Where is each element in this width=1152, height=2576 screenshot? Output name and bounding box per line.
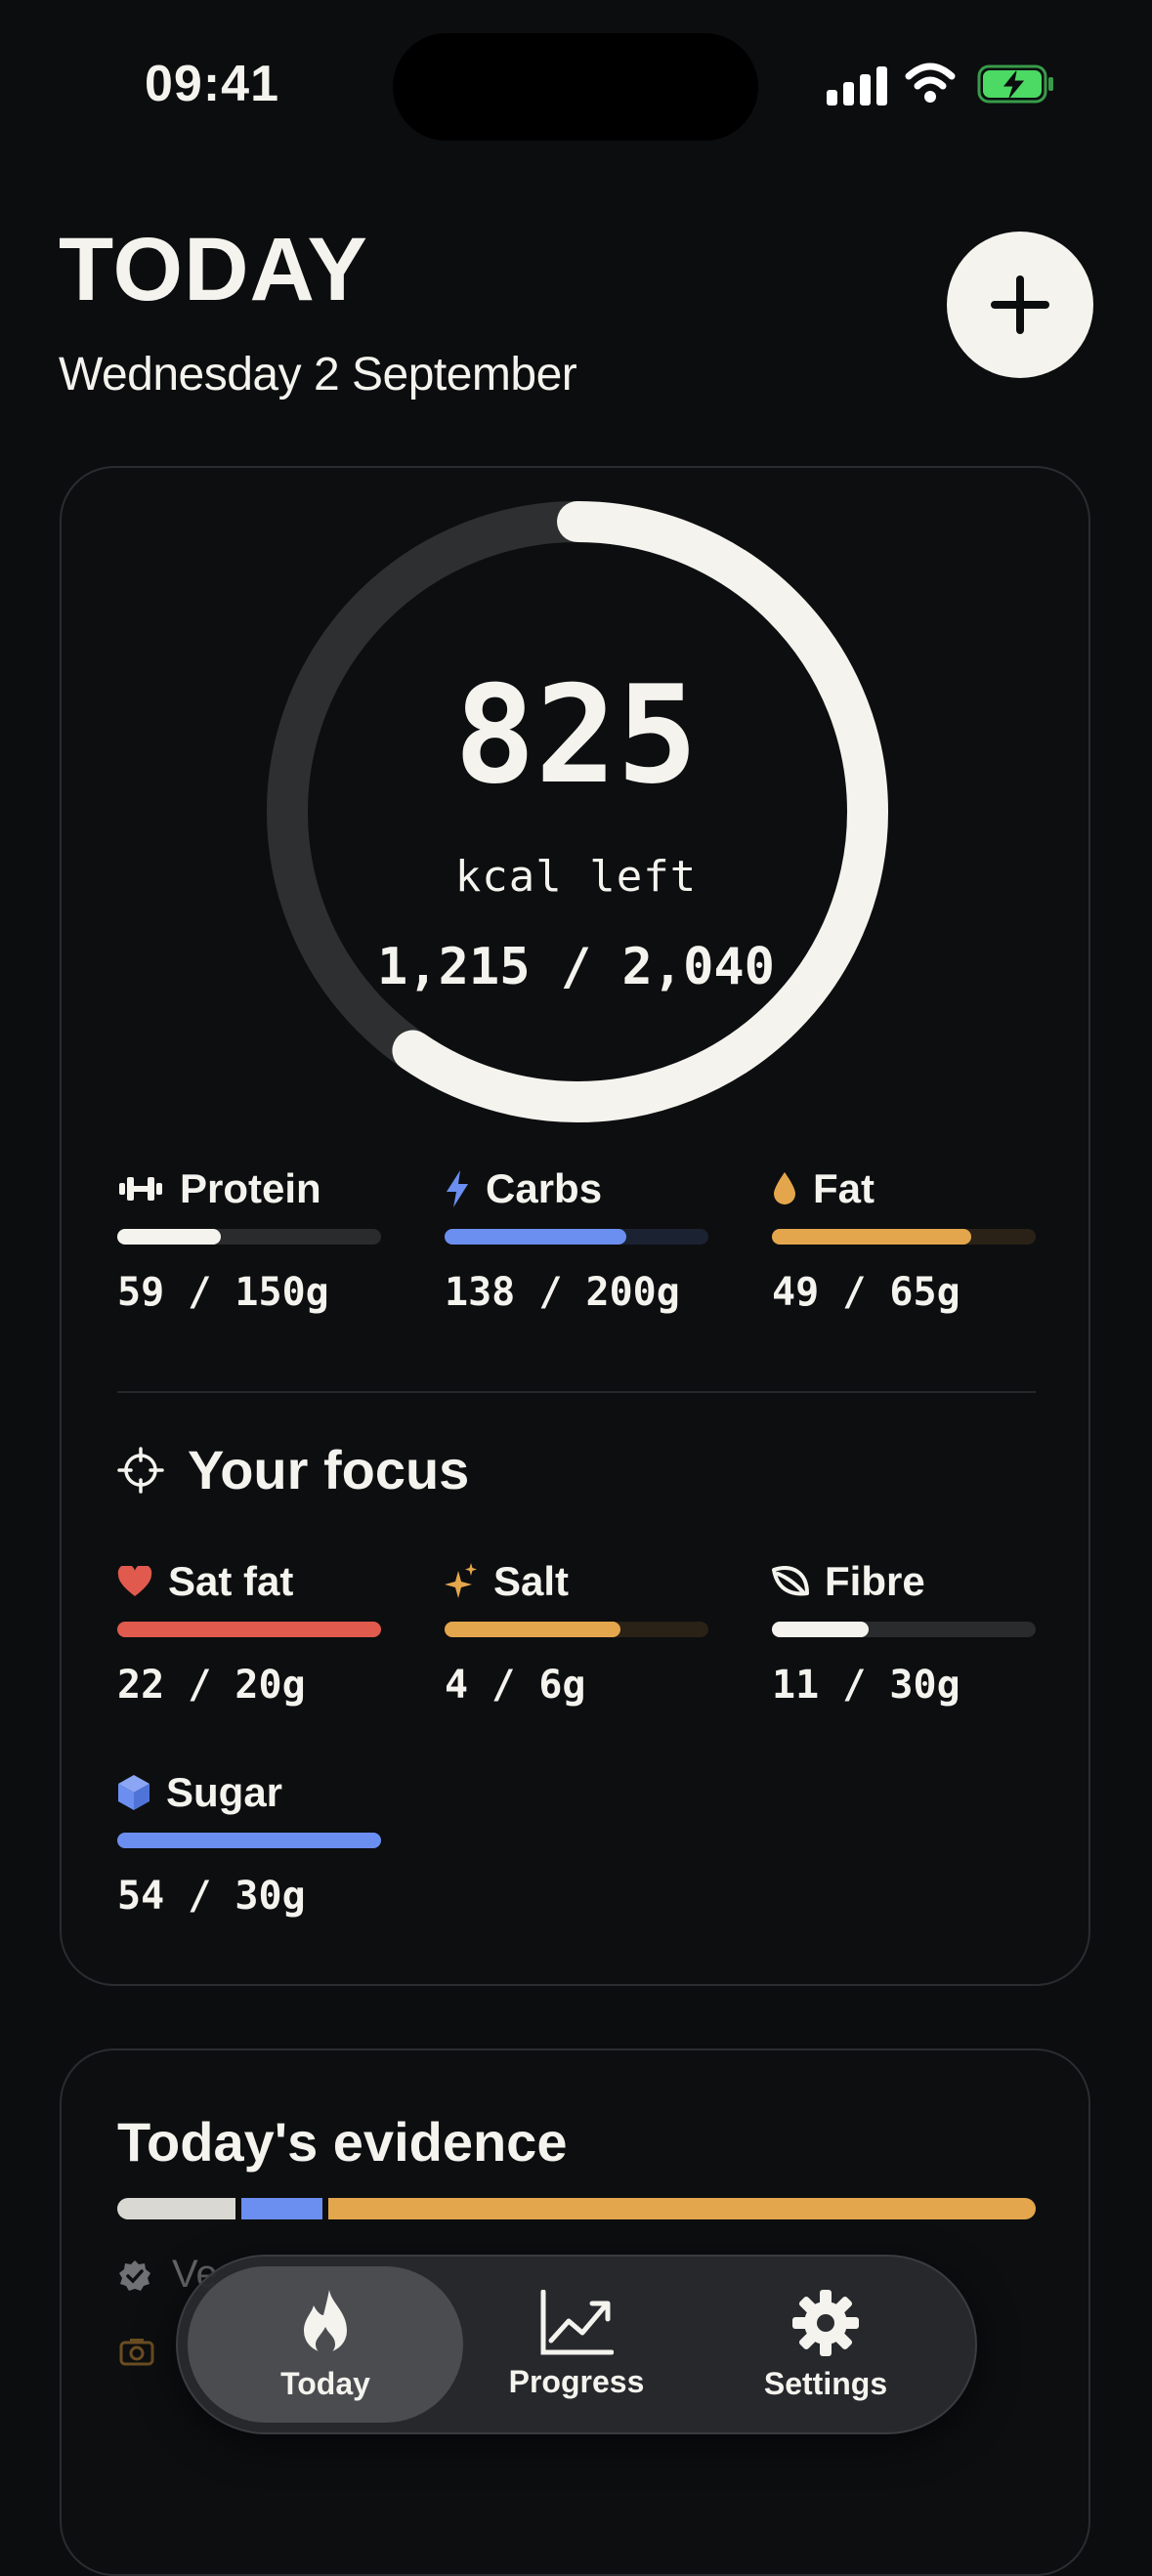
evidence-breakdown-bar [117, 2198, 1036, 2219]
macro-fill [445, 1229, 627, 1245]
focus-header: Your focus [117, 1438, 469, 1501]
section-divider [117, 1391, 1036, 1393]
macro-value: 138 / 200g [445, 1270, 680, 1315]
focus-label: Salt [493, 1558, 570, 1604]
focus-sugar: Sugar 54 / 30g [117, 1768, 381, 1919]
evidence-segment [117, 2198, 235, 2219]
tab-label: Settings [763, 2365, 888, 2401]
flame-icon [304, 2289, 347, 2354]
macro-track [445, 1229, 708, 1245]
macro-fat: Fat 49 / 65g [772, 1164, 1036, 1315]
verified-badge-icon [119, 2260, 150, 2291]
macro-protein: Protein 59 / 150g [117, 1164, 381, 1315]
chart-trend-icon [540, 2289, 614, 2354]
focus-track [445, 1622, 708, 1637]
focus-track [772, 1622, 1036, 1637]
focus-fill [117, 1622, 381, 1637]
sparkle-icon [445, 1563, 477, 1598]
tab-today[interactable]: Today [188, 2266, 463, 2423]
focus-fill [772, 1622, 870, 1637]
drop-icon [774, 1172, 795, 1204]
status-time: 09:41 [145, 56, 279, 112]
focus-fibre: Fibre 11 / 30g [772, 1557, 1036, 1708]
focus-label: Fibre [825, 1558, 925, 1604]
macro-label: Protein [180, 1165, 321, 1211]
macro-fill [772, 1229, 971, 1245]
focus-value: 4 / 6g [445, 1663, 586, 1708]
cube-icon [118, 1775, 149, 1810]
macro-label: Fat [813, 1165, 875, 1211]
tab-settings[interactable]: Settings [718, 2255, 933, 2434]
leaf-icon [772, 1566, 809, 1596]
calories-remaining: 825 [453, 656, 699, 814]
macro-carbs: Carbs 138 / 200g [445, 1164, 708, 1315]
focus-title: Your focus [188, 1439, 470, 1500]
tab-label: Today [280, 2365, 370, 2401]
focus-value: 22 / 20g [117, 1663, 306, 1708]
heart-icon [117, 1566, 152, 1596]
focus-salt: Salt 4 / 6g [445, 1557, 708, 1708]
crosshair-icon [117, 1446, 164, 1494]
evidence-title: Today's evidence [117, 2111, 568, 2173]
page-date: Wednesday 2 September [59, 349, 577, 401]
focus-sat-fat: Sat fat 22 / 20g [117, 1557, 381, 1708]
evidence-segment [328, 2198, 1036, 2219]
macro-track [117, 1229, 381, 1245]
focus-fill [117, 1833, 381, 1848]
macro-label: Carbs [486, 1165, 603, 1211]
macro-value: 59 / 150g [117, 1270, 329, 1315]
focus-value: 11 / 30g [772, 1663, 960, 1708]
macro-value: 49 / 65g [772, 1270, 960, 1315]
focus-fill [445, 1622, 621, 1637]
bolt-icon [447, 1170, 468, 1207]
camera-icon [119, 2339, 154, 2366]
evidence-segment [240, 2198, 323, 2219]
battery-charging-icon [977, 64, 1053, 104]
cellular-signal-icon [827, 66, 887, 106]
calories-consumed-of-goal: 1,215 / 2,040 [377, 938, 775, 996]
focus-track [117, 1622, 381, 1637]
focus-track [117, 1833, 381, 1848]
wifi-icon [905, 63, 956, 103]
focus-value: 54 / 30g [117, 1874, 306, 1919]
gear-icon [792, 2289, 859, 2356]
calories-remaining-label: kcal left [454, 852, 698, 902]
macro-fill [117, 1229, 222, 1245]
focus-label: Sugar [166, 1769, 283, 1815]
dumbbell-icon [119, 1177, 162, 1201]
macro-track [772, 1229, 1036, 1245]
tab-progress[interactable]: Progress [469, 2255, 684, 2434]
add-entry-button[interactable] [947, 232, 1093, 378]
focus-label: Sat fat [168, 1558, 294, 1604]
tab-label: Progress [508, 2363, 645, 2399]
dynamic-island [393, 33, 758, 141]
page-title: TODAY [59, 220, 368, 319]
